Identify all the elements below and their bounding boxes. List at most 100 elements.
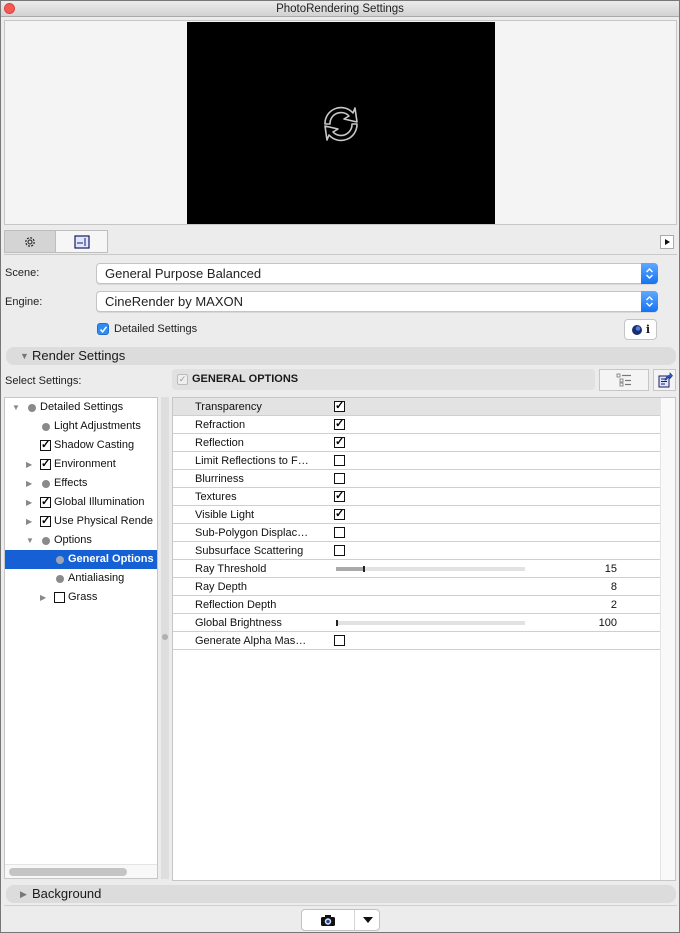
disclosure-collapsed-icon[interactable]: ▶: [40, 588, 46, 607]
window-title: PhotoRendering Settings: [276, 3, 404, 15]
option-row[interactable]: Ray Depth 8: [173, 578, 660, 596]
tree-item[interactable]: ▼ Detailed Settings: [5, 398, 157, 417]
tree-item-label: Shadow Casting: [54, 439, 135, 451]
tree-list-icon: [616, 373, 631, 387]
triangle-down-icon: ▼: [20, 351, 29, 361]
pane-splitter[interactable]: [161, 397, 169, 879]
tree-item[interactable]: ▶ ✓ Use Physical Rende: [5, 512, 157, 531]
option-row[interactable]: Blurriness: [173, 470, 660, 488]
tree-item-checkbox[interactable]: ✓: [40, 516, 51, 527]
refresh-icon[interactable]: [317, 100, 365, 148]
disclosure-collapsed-icon[interactable]: ▶: [26, 455, 32, 474]
option-row[interactable]: Global Brightness 100: [173, 614, 660, 632]
tree-item[interactable]: ▶ Grass: [5, 588, 157, 607]
slider-handle[interactable]: [363, 566, 366, 572]
option-row[interactable]: Refraction ✓: [173, 416, 660, 434]
option-name: Generate Alpha Mas…: [195, 635, 307, 647]
tree-item-checkbox[interactable]: ✓: [40, 440, 51, 451]
list-view-button[interactable]: [599, 369, 649, 391]
option-checkbox[interactable]: [334, 527, 345, 538]
option-name: Ray Threshold: [195, 563, 267, 575]
dropdown-arrow-icon: [362, 917, 373, 923]
engine-label: Engine:: [5, 296, 43, 308]
tree-horizontal-scrollbar[interactable]: [5, 864, 157, 878]
tab-size[interactable]: [56, 230, 108, 253]
tree-item[interactable]: Antialiasing: [5, 569, 157, 588]
option-row[interactable]: Textures ✓: [173, 488, 660, 506]
disclosure-collapsed-icon[interactable]: ▶: [26, 474, 32, 493]
option-name: Ray Depth: [195, 581, 247, 593]
tree-item-label: Grass: [68, 591, 98, 603]
tab-settings[interactable]: [4, 230, 56, 253]
engine-info-button[interactable]: i: [624, 319, 657, 340]
tree-item[interactable]: ▼ Options: [5, 531, 157, 550]
tree-item-checkbox[interactable]: ✓: [40, 497, 51, 508]
engine-select-value: CineRender by MAXON: [105, 294, 243, 309]
scene-select[interactable]: General Purpose Balanced: [96, 263, 658, 284]
option-value[interactable]: 15: [605, 560, 617, 578]
tree-item[interactable]: ✓ Shadow Casting: [5, 436, 157, 455]
settings-tree[interactable]: ▶ Grass Antialiasing General Options ▼ Option…: [4, 397, 158, 879]
option-checkbox[interactable]: ✓: [334, 509, 345, 520]
tree-item-label: Environment: [54, 458, 116, 470]
close-button[interactable]: [4, 3, 15, 14]
slider-fill: [336, 567, 365, 571]
disclosure-collapsed-icon[interactable]: ▶: [26, 493, 32, 512]
option-row[interactable]: Reflection ✓: [173, 434, 660, 452]
render-button[interactable]: [302, 910, 354, 930]
triangle-right-icon: ▶: [20, 889, 27, 899]
option-row[interactable]: Sub-Polygon Displac…: [173, 524, 660, 542]
option-value[interactable]: 8: [611, 578, 617, 596]
disclosure-expanded-icon[interactable]: ▼: [12, 398, 20, 417]
render-menu-button[interactable]: [355, 910, 380, 930]
expand-panel-button[interactable]: [660, 235, 674, 249]
render-settings-section-header[interactable]: ▼ Render Settings: [6, 347, 676, 365]
option-row[interactable]: Limit Reflections to F…: [173, 452, 660, 470]
splitter-handle[interactable]: [162, 634, 168, 640]
engine-select[interactable]: CineRender by MAXON: [96, 291, 658, 312]
updown-arrows-icon: [641, 263, 658, 284]
tree-item-checkbox[interactable]: ✓: [40, 459, 51, 470]
option-checkbox[interactable]: ✓: [334, 419, 345, 430]
option-row[interactable]: Reflection Depth 2: [173, 596, 660, 614]
option-slider[interactable]: [336, 620, 525, 626]
option-checkbox[interactable]: [334, 455, 345, 466]
export-settings-button[interactable]: [653, 369, 676, 391]
option-checkbox[interactable]: ✓: [334, 401, 345, 412]
disclosure-collapsed-icon[interactable]: ▶: [26, 512, 32, 531]
grid-vertical-scrollbar[interactable]: [660, 398, 675, 880]
option-row[interactable]: Subsurface Scattering: [173, 542, 660, 560]
slider-handle[interactable]: [336, 620, 338, 626]
tree-item-label: Use Physical Rende: [54, 515, 154, 527]
option-row[interactable]: Generate Alpha Mas…: [173, 632, 660, 650]
option-row[interactable]: Transparency ✓: [173, 398, 660, 416]
tree-item[interactable]: ▶ Effects: [5, 474, 157, 493]
tree-item-checkbox[interactable]: [54, 592, 65, 603]
option-value[interactable]: 100: [599, 614, 617, 632]
tree-item[interactable]: ▶ ✓ Environment: [5, 455, 157, 474]
divider: [4, 254, 677, 255]
option-slider[interactable]: [336, 566, 525, 572]
render-preview[interactable]: [187, 22, 495, 224]
scrollbar-thumb[interactable]: [9, 868, 127, 876]
background-section-header[interactable]: ▶ Background: [6, 885, 676, 903]
updown-arrows-icon: [641, 291, 658, 312]
tree-item[interactable]: Light Adjustments: [5, 417, 157, 436]
option-checkbox[interactable]: [334, 635, 345, 646]
detailed-settings-checkbox[interactable]: [97, 323, 109, 335]
scene-label: Scene:: [5, 267, 40, 279]
disclosure-expanded-icon[interactable]: ▼: [26, 531, 34, 550]
photorendering-settings-window: PhotoRendering Settings Scene: General P…: [0, 0, 680, 933]
triangle-right-icon: [664, 239, 670, 245]
option-row[interactable]: Ray Threshold 15: [173, 560, 660, 578]
option-checkbox[interactable]: [334, 545, 345, 556]
option-checkbox[interactable]: ✓: [334, 491, 345, 502]
option-checkbox[interactable]: [334, 473, 345, 484]
tree-item[interactable]: General Options: [5, 550, 157, 569]
tree-item[interactable]: ▶ ✓ Global Illumination: [5, 493, 157, 512]
option-checkbox[interactable]: ✓: [334, 437, 345, 448]
option-value[interactable]: 2: [611, 596, 617, 614]
panel-enabled-checkbox[interactable]: ✓: [177, 374, 188, 385]
option-name: Reflection Depth: [195, 599, 277, 611]
option-row[interactable]: Visible Light ✓: [173, 506, 660, 524]
